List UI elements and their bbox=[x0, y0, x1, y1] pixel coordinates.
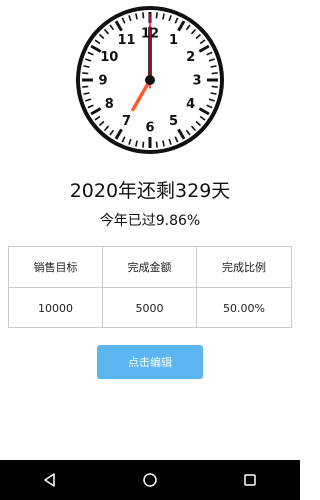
minute-tick bbox=[142, 12, 145, 19]
clock-number: 3 bbox=[192, 74, 201, 89]
clock-number: 9 bbox=[98, 74, 107, 89]
table-header-target: 销售目标 bbox=[9, 247, 103, 288]
clock-number: 5 bbox=[169, 114, 178, 129]
elapsed-percent-text: 今年已过9.86% bbox=[99, 213, 201, 229]
recents-button[interactable] bbox=[230, 460, 270, 500]
clock-number: 4 bbox=[186, 97, 195, 112]
recents-icon bbox=[244, 474, 256, 486]
clock-number: 2 bbox=[186, 50, 195, 65]
clock-number: 10 bbox=[100, 50, 118, 65]
minute-tick bbox=[142, 141, 145, 148]
system-navigation-bar bbox=[0, 460, 300, 500]
edit-button[interactable]: 点击编辑 bbox=[97, 345, 203, 379]
sales-table: 销售目标 完成金额 完成比例 10000 5000 50.00% bbox=[8, 246, 292, 328]
home-icon bbox=[143, 473, 157, 487]
clock-number: 6 bbox=[145, 121, 154, 136]
back-button[interactable] bbox=[30, 460, 70, 500]
table-cell-ratio: 50.00% bbox=[223, 301, 265, 315]
table-header-completed: 完成金额 bbox=[103, 247, 197, 288]
minute-tick bbox=[211, 72, 218, 75]
minute-tick bbox=[155, 12, 158, 19]
minute-tick bbox=[82, 72, 89, 75]
table-cell-target: 10000 bbox=[9, 288, 103, 328]
analog-clock: 121234567891011 bbox=[75, 5, 225, 155]
minute-tick bbox=[155, 141, 158, 148]
table-header-ratio: 完成比例 bbox=[197, 247, 291, 288]
table-cell-completed: 5000 bbox=[103, 288, 197, 328]
back-icon bbox=[44, 473, 55, 487]
clock-center-pin bbox=[145, 75, 155, 85]
minute-tick bbox=[211, 85, 218, 88]
home-button[interactable] bbox=[130, 460, 170, 500]
clock-number: 11 bbox=[117, 33, 135, 48]
clock-number: 8 bbox=[105, 97, 114, 112]
clock-face: 121234567891011 bbox=[76, 6, 224, 154]
remaining-days-text: 2020年还剩329天 bbox=[69, 180, 231, 202]
minute-tick bbox=[82, 85, 89, 88]
clock-number: 7 bbox=[122, 114, 131, 129]
clock-number: 1 bbox=[169, 33, 178, 48]
